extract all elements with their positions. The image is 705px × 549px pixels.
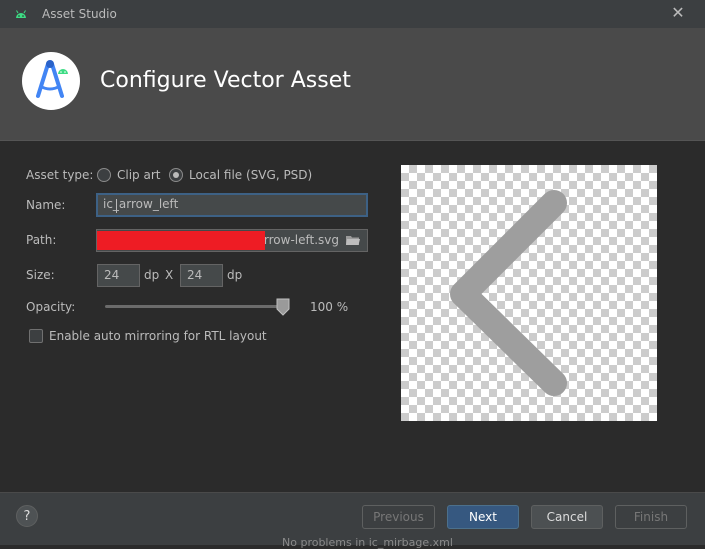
height-field[interactable]: 24 [180, 264, 223, 287]
name-field[interactable]: ic_arrow_left [96, 193, 368, 217]
title-bar: Asset Studio ✕ [0, 0, 705, 28]
height-unit-label: dp [227, 268, 243, 282]
help-button[interactable]: ? [16, 505, 38, 527]
previous-button[interactable]: Previous [362, 505, 435, 529]
status-text: No problems in ic_mirbage.xml [282, 536, 453, 549]
text-caret [116, 199, 117, 213]
path-label: Path: [26, 233, 57, 247]
size-label: Size: [26, 268, 55, 282]
width-field-value: 24 [104, 268, 120, 282]
rtl-mirroring-label[interactable]: Enable auto mirroring for RTL layout [49, 329, 267, 343]
radio-local-file[interactable] [169, 168, 183, 182]
opacity-value: 100 % [310, 300, 349, 314]
android-icon [16, 10, 26, 18]
size-separator: X [165, 268, 174, 282]
width-unit-label: dp [144, 268, 160, 282]
name-label: Name: [26, 198, 66, 212]
opacity-slider-track[interactable] [105, 305, 285, 308]
radio-clip-art[interactable] [97, 168, 111, 182]
radio-local-file-label[interactable]: Local file (SVG, PSD) [189, 168, 312, 182]
compass-icon [24, 54, 78, 108]
wizard-header: Configure Vector Asset [0, 28, 705, 141]
opacity-label: Opacity: [26, 300, 76, 314]
redaction-bar [97, 231, 265, 250]
finish-button[interactable]: Finish [615, 505, 687, 529]
width-field[interactable]: 24 [97, 264, 140, 287]
android-studio-logo [22, 52, 80, 110]
name-field-value: ic_arrow_left [103, 197, 179, 211]
close-window-button[interactable]: ✕ [668, 3, 688, 23]
next-button[interactable]: Next [447, 505, 519, 529]
arrow-left-icon [450, 190, 567, 396]
height-field-value: 24 [187, 268, 203, 282]
folder-icon[interactable] [346, 235, 360, 246]
asset-type-label: Asset type: [26, 168, 94, 182]
path-field-value: arrow-left.svg [256, 233, 339, 247]
radio-clip-art-label[interactable]: Clip art [117, 168, 160, 182]
cancel-button[interactable]: Cancel [531, 505, 603, 529]
opacity-slider-thumb[interactable] [276, 298, 290, 316]
page-title: Configure Vector Asset [100, 68, 351, 93]
asset-preview [401, 165, 657, 421]
window-title: Asset Studio [42, 7, 117, 21]
rtl-mirroring-checkbox[interactable] [29, 329, 43, 343]
